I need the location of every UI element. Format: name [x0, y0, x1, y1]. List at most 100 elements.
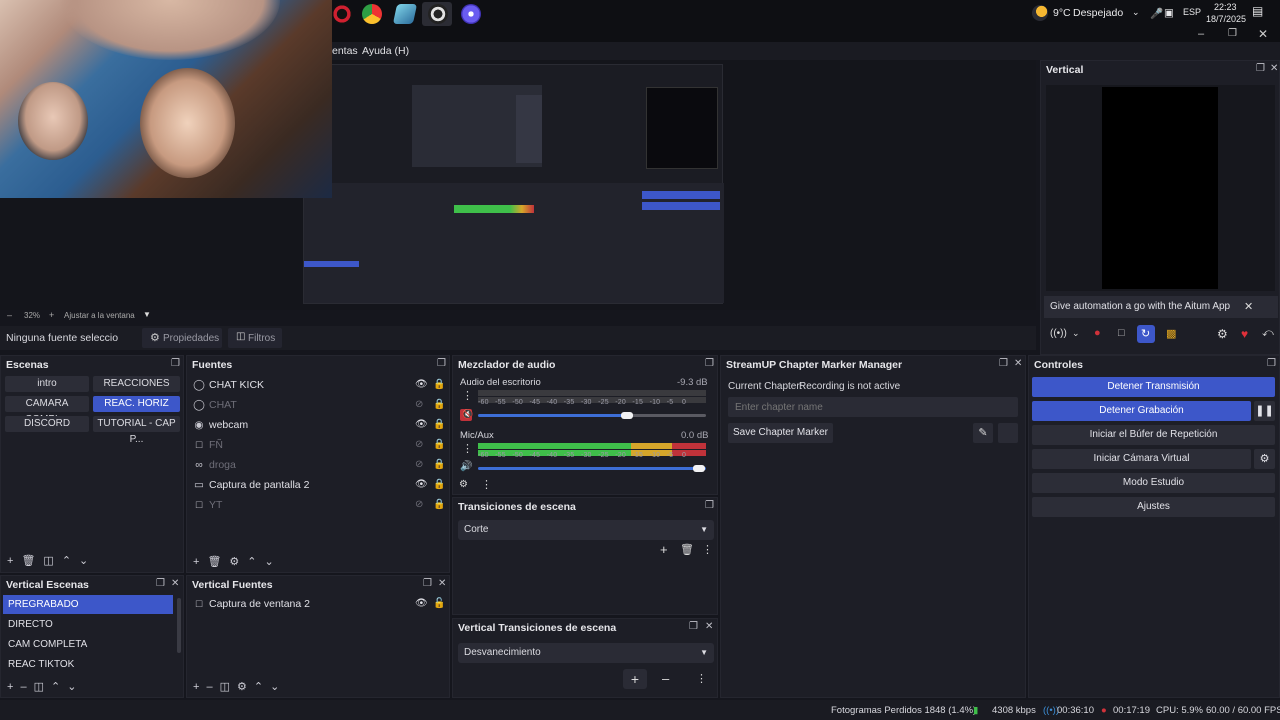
trash-icon[interactable]: 🗑	[21, 555, 43, 567]
unlock-icon[interactable]: 🔓	[433, 595, 445, 613]
vertical-scene-directo[interactable]: DIRECTO	[3, 615, 173, 634]
studio-mode-button[interactable]: Modo Estudio	[1032, 473, 1275, 493]
chevron-up-icon[interactable]: ⌄	[1132, 7, 1140, 18]
kebab-menu-icon[interactable]: ⋮	[702, 543, 713, 556]
lock-icon[interactable]: 🔒	[433, 456, 445, 474]
dock-float-icon[interactable]: ❐	[705, 500, 714, 511]
volume-slider-mic[interactable]	[693, 465, 705, 472]
source-webcam[interactable]: ◉ webcam 👁 🔒	[193, 416, 445, 434]
filter-icon[interactable]: ◫	[43, 555, 61, 567]
move-down-icon[interactable]: ⌄	[79, 555, 96, 567]
dock-float-icon[interactable]: ❐	[156, 578, 165, 589]
scrollbar[interactable]	[177, 598, 181, 653]
lock-icon[interactable]: 🔒	[433, 496, 445, 514]
virtual-camera-settings-button[interactable]: ⚙	[1254, 449, 1275, 469]
zoom-out-icon[interactable]: –	[7, 310, 12, 320]
eye-icon[interactable]: 👁	[415, 416, 428, 434]
filter-icon[interactable]: ◫	[34, 681, 51, 693]
mute-toggle[interactable]: 🔇	[460, 409, 473, 421]
lock-icon[interactable]: 🔒	[433, 436, 445, 454]
add-icon[interactable]: +	[7, 555, 21, 567]
stream-broadcast-icon[interactable]: ((•))	[1050, 328, 1067, 339]
kebab-menu-icon[interactable]: ⋮	[462, 389, 473, 402]
source-droga[interactable]: ∞ droga ⊘ 🔒	[193, 456, 445, 474]
dock-float-icon[interactable]: ❐	[437, 358, 446, 369]
share-icon[interactable]: ⤺	[1262, 327, 1274, 340]
stop-stream-button[interactable]: Detener Transmisión	[1032, 377, 1275, 397]
scene-reacciones[interactable]: REACCIONES	[93, 376, 180, 392]
virtual-camera-button[interactable]: Iniciar Cámara Virtual	[1032, 449, 1251, 469]
banner-close-icon[interactable]: ✕	[1244, 300, 1253, 313]
eye-icon[interactable]: 👁	[415, 376, 428, 394]
heart-icon[interactable]: ♥	[1241, 327, 1248, 341]
eye-hidden-icon[interactable]: ⊘	[415, 456, 423, 474]
scene-camara-completa[interactable]: CAMARA COMPL...	[5, 396, 89, 425]
edit-button[interactable]: ✎	[973, 423, 993, 443]
menu-item-ayuda[interactable]: Ayuda (H)	[362, 45, 409, 57]
dock-float-icon[interactable]: ❐	[1256, 63, 1265, 74]
add-icon[interactable]: +	[193, 556, 207, 568]
stop-recording-button[interactable]: Detener Grabación	[1032, 401, 1251, 421]
scene-reac-horiz[interactable]: REAC. HORIZ	[93, 396, 180, 412]
vertical-scene-reac-tiktok[interactable]: REAC TIKTOK	[3, 655, 173, 674]
trash-icon[interactable]: 🗑	[207, 556, 229, 568]
scene-tutorial[interactable]: TUTORIAL - CAP P...	[93, 416, 180, 445]
dock-close-icon[interactable]: ✕	[705, 621, 713, 632]
move-down-icon[interactable]: ⌄	[270, 681, 286, 693]
vertical-transition-select[interactable]: Desvanecimiento ▼	[458, 643, 714, 663]
eye-icon[interactable]: 👁	[415, 476, 428, 494]
chrome-icon[interactable]	[362, 4, 382, 24]
gear-icon[interactable]: ⚙	[237, 681, 254, 693]
kebab-menu-icon[interactable]: ⋮	[481, 478, 492, 491]
pause-recording-button[interactable]: ❚❚	[1254, 401, 1275, 421]
add-icon[interactable]: +	[660, 542, 668, 557]
dock-close-icon[interactable]: ✕	[438, 578, 446, 589]
eye-hidden-icon[interactable]: ⊘	[415, 496, 423, 514]
move-up-icon[interactable]: ⌃	[62, 555, 79, 567]
move-up-icon[interactable]: ⌃	[254, 681, 270, 693]
source-yt[interactable]: □ YT ⊘ 🔒	[193, 496, 446, 514]
speaker-icon[interactable]: 🔊	[460, 461, 472, 472]
record-icon[interactable]: ●	[1094, 327, 1101, 339]
vertical-source-captura-ventana-2[interactable]: □ Captura de ventana 2 👁 🔓	[193, 595, 446, 613]
add-icon[interactable]: +	[7, 681, 20, 693]
vertical-scene-pregrabado[interactable]: PREGRABADO	[3, 595, 173, 614]
scene-intro[interactable]: intro	[5, 376, 89, 392]
source-chat-kick[interactable]: ◯ CHAT KICK 👁 🔒	[193, 376, 445, 394]
dock-close-icon[interactable]: ✕	[1014, 358, 1022, 369]
dock-close-icon[interactable]: ✕	[171, 578, 179, 589]
dock-float-icon[interactable]: ❐	[999, 358, 1008, 369]
app-icon[interactable]	[392, 4, 418, 24]
chevron-down-icon[interactable]: ⌄	[1072, 328, 1080, 339]
source-chat[interactable]: ◯ CHAT ⊘ 🔒	[193, 396, 445, 414]
remove-icon[interactable]: –	[20, 681, 33, 693]
dock-float-icon[interactable]: ❐	[171, 358, 180, 369]
trash-icon[interactable]: 🗑	[680, 543, 694, 556]
dock-float-icon[interactable]: ❐	[1267, 358, 1276, 369]
move-down-icon[interactable]: ⌄	[265, 556, 282, 568]
eye-hidden-icon[interactable]: ⊘	[415, 436, 423, 454]
save-chapter-button[interactable]: Save Chapter Marker	[728, 423, 833, 443]
dock-float-icon[interactable]: ❐	[689, 621, 698, 632]
kebab-menu-icon[interactable]: ⋮	[462, 442, 473, 455]
advanced-audio-icon[interactable]: ⚙	[459, 479, 468, 490]
settings-button[interactable]: Ajustes	[1032, 497, 1275, 517]
monitor-icon[interactable]: ▣	[1164, 7, 1174, 19]
move-down-icon[interactable]: ⌄	[67, 681, 83, 693]
fit-dropdown-icon[interactable]: ▼	[143, 310, 151, 319]
replay-buffer-button[interactable]: ↻	[1137, 325, 1155, 343]
vertical-preview-canvas[interactable]	[1102, 87, 1218, 289]
lock-icon[interactable]: 🔒	[433, 476, 445, 494]
scene-discord[interactable]: DISCORD	[5, 416, 89, 432]
dock-float-icon[interactable]: ❐	[423, 578, 432, 589]
lock-icon[interactable]: 🔒	[433, 376, 445, 394]
fit-window-label[interactable]: Ajustar a la ventana	[64, 311, 135, 320]
dock-float-icon[interactable]: ❐	[705, 358, 714, 369]
filters-button[interactable]: ◫ Filtros	[228, 328, 282, 348]
discord-icon[interactable]	[461, 4, 481, 24]
properties-button[interactable]: ⚙ Propiedades	[142, 328, 222, 348]
dock-close-icon[interactable]: ✕	[1270, 63, 1278, 74]
kebab-menu-icon[interactable]: ⋮	[696, 672, 707, 685]
filter-icon[interactable]: ◫	[220, 681, 237, 693]
source-captura-pantalla-2[interactable]: ▭ Captura de pantalla 2 👁 🔒	[193, 476, 445, 494]
